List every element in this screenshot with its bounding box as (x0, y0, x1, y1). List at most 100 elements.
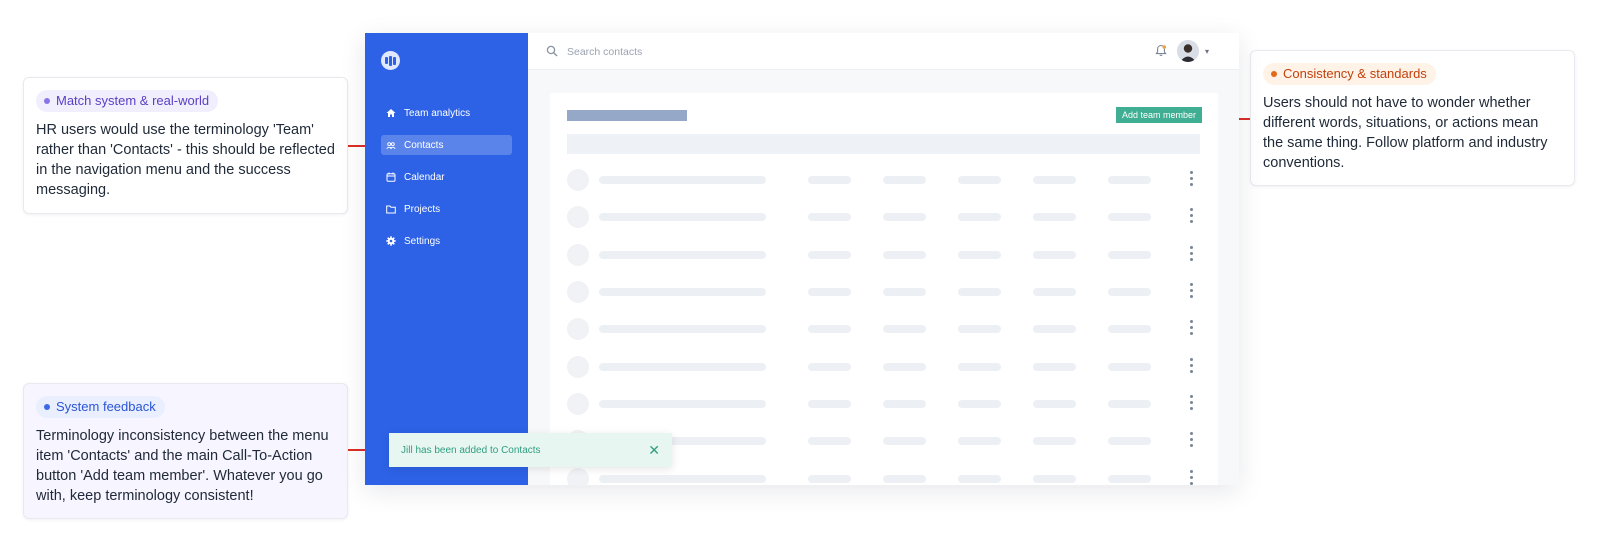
cell-placeholder (958, 288, 1001, 296)
cell-placeholder (599, 213, 766, 221)
tag-feedback: System feedback (36, 396, 165, 418)
cell-placeholder (1108, 251, 1151, 259)
dot (1190, 470, 1193, 473)
cell-placeholder (958, 475, 1001, 483)
logo-bar (393, 56, 396, 65)
table-header-placeholder (567, 134, 1200, 154)
sidebar-item-calendar[interactable]: Calendar (381, 167, 512, 187)
table-row[interactable] (567, 169, 1200, 191)
cell-placeholder (599, 475, 766, 483)
dot (1190, 246, 1193, 249)
cell-placeholder (1033, 437, 1076, 445)
cell-placeholder (1108, 325, 1151, 333)
dot (1190, 183, 1193, 186)
cell-placeholder (1108, 475, 1151, 483)
avatar-placeholder (567, 281, 589, 303)
more-options-icon[interactable] (1190, 395, 1194, 410)
dot (1190, 438, 1193, 441)
calendar-icon (386, 172, 396, 182)
dot (1190, 444, 1193, 447)
app-window: Team analytics Contacts Calendar Project… (365, 33, 1239, 485)
dot (1190, 289, 1193, 292)
close-icon[interactable]: ✕ (648, 443, 660, 457)
cell-placeholder (883, 176, 926, 184)
avatar-placeholder (567, 356, 589, 378)
tag-label: System feedback (56, 399, 156, 414)
logo-icon[interactable] (381, 51, 400, 70)
cell-placeholder (958, 251, 1001, 259)
more-options-icon[interactable] (1190, 246, 1194, 261)
dot (1190, 220, 1193, 223)
cell-placeholder (808, 363, 851, 371)
table-row[interactable] (567, 468, 1200, 485)
more-options-icon[interactable] (1190, 283, 1194, 298)
table-row[interactable] (567, 281, 1200, 303)
cell-placeholder (599, 288, 766, 296)
home-icon (386, 108, 396, 118)
more-options-icon[interactable] (1190, 320, 1194, 335)
dot (1190, 476, 1193, 479)
cell-placeholder (883, 213, 926, 221)
dot (1190, 295, 1193, 298)
users-icon (386, 140, 396, 150)
more-options-icon[interactable] (1190, 358, 1194, 373)
dot (1190, 482, 1193, 485)
more-options-icon[interactable] (1190, 171, 1194, 186)
cell-placeholder (1033, 213, 1076, 221)
cell-placeholder (808, 251, 851, 259)
cell-placeholder (958, 213, 1001, 221)
sidebar-nav: Team analytics Contacts Calendar Project… (381, 103, 512, 263)
annotation-text: Terminology inconsistency between the me… (36, 428, 329, 504)
table-row[interactable] (567, 318, 1200, 340)
cell-placeholder (1033, 475, 1076, 483)
dot (1190, 364, 1193, 367)
dot (1190, 358, 1193, 361)
cell-placeholder (958, 363, 1001, 371)
sidebar-item-contacts[interactable]: Contacts (381, 135, 512, 155)
sidebar-item-team-analytics[interactable]: Team analytics (381, 103, 512, 123)
dot (1190, 432, 1193, 435)
search-icon (546, 44, 558, 62)
sidebar-item-label: Settings (404, 235, 441, 247)
search-input[interactable] (565, 42, 829, 62)
logo-bar (389, 55, 392, 66)
cell-placeholder (599, 176, 766, 184)
more-options-icon[interactable] (1190, 470, 1194, 485)
sidebar-item-label: Projects (404, 203, 441, 215)
more-options-icon[interactable] (1190, 208, 1194, 223)
logo-bar (385, 57, 388, 64)
dot (1190, 370, 1193, 373)
sidebar-item-label: Team analytics (404, 107, 471, 119)
tag-label: Consistency & standards (1283, 66, 1427, 81)
tag-label: Match system & real-world (56, 93, 210, 108)
cell-placeholder (883, 437, 926, 445)
chevron-down-icon[interactable]: ▾ (1205, 47, 1209, 56)
avatar-placeholder (567, 318, 589, 340)
table-row[interactable] (567, 356, 1200, 378)
more-options-icon[interactable] (1190, 432, 1194, 447)
annotation-card-match: Match system & real-world HR users would… (23, 77, 348, 214)
cell-placeholder (1108, 437, 1151, 445)
dot (1190, 214, 1193, 217)
annotation-text: HR users would use the terminology 'Team… (36, 122, 335, 198)
sidebar-item-settings[interactable]: Settings (381, 231, 512, 251)
cell-placeholder (958, 325, 1001, 333)
dot-icon (44, 404, 50, 410)
sidebar-item-projects[interactable]: Projects (381, 199, 512, 219)
table-row[interactable] (567, 206, 1200, 228)
sidebar-item-label: Contacts (404, 139, 444, 151)
annotation-text: Users should not have to wonder whether … (1263, 95, 1548, 171)
cell-placeholder (808, 288, 851, 296)
table-row[interactable] (567, 244, 1200, 266)
bell-icon[interactable] (1155, 44, 1167, 62)
cell-placeholder (958, 176, 1001, 184)
cell-placeholder (958, 400, 1001, 408)
cell-placeholder (1108, 176, 1151, 184)
avatar-placeholder (567, 206, 589, 228)
dot (1190, 407, 1193, 410)
cell-placeholder (808, 437, 851, 445)
add-team-member-button[interactable]: Add team member (1115, 107, 1202, 123)
avatar[interactable] (1177, 40, 1199, 62)
table-row[interactable] (567, 393, 1200, 415)
cell-placeholder (808, 400, 851, 408)
